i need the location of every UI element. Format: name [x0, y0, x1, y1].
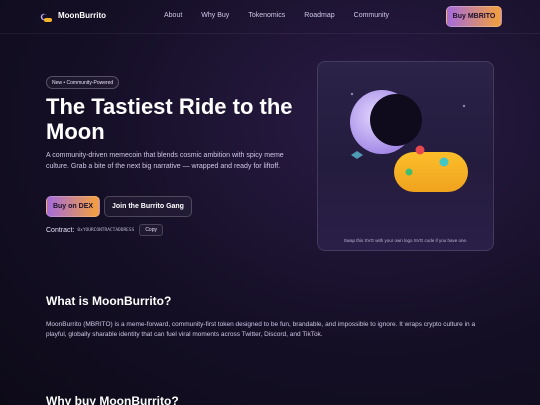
hero-art-card: Swap this SVG with your own logo SVG cod…	[317, 61, 494, 251]
join-gang-button[interactable]: Join the Burrito Gang	[104, 196, 192, 217]
nav-link-tokenomics[interactable]: Tokenomics	[248, 12, 285, 19]
nav-link-why-buy[interactable]: Why Buy	[201, 12, 229, 19]
nav-links: About Why Buy Tokenomics Roadmap Communi…	[164, 12, 408, 19]
diamond-icon	[351, 151, 363, 159]
hero-title: The Tastiest Ride to the Moon	[46, 94, 293, 144]
star-icon	[350, 92, 354, 96]
contract-address: 0xYOURCONTRACTADDRESS	[77, 227, 135, 233]
about-title: What is MoonBurrito?	[46, 294, 172, 308]
nav-link-roadmap[interactable]: Roadmap	[304, 12, 334, 19]
buy-mbrito-button[interactable]: Buy MBRITO	[446, 6, 502, 27]
hero-badge: New • Community-Powered	[46, 76, 120, 89]
top-nav: MoonBurrito About Why Buy Tokenomics Roa…	[0, 0, 540, 34]
star-icon	[462, 104, 466, 108]
nav-link-about[interactable]: About	[164, 12, 182, 19]
moon-shadow-icon	[370, 94, 422, 146]
about-text: MoonBurrito (MBRITO) is a meme-forward, …	[46, 321, 476, 338]
contract-row: Contract: 0xYOURCONTRACTADDRESS Copy	[46, 224, 163, 236]
moon-burrito-illustration	[350, 90, 468, 192]
burrito-logo-icon	[40, 10, 52, 22]
green-dot-icon	[405, 168, 413, 176]
hero-subtitle: A community-driven memecoin that blends …	[46, 152, 284, 170]
contract-label: Contract:	[46, 226, 75, 234]
art-caption: Swap this SVG with your own logo SVG cod…	[343, 238, 468, 243]
red-dot-icon	[415, 145, 425, 155]
nav-link-community[interactable]: Community	[354, 12, 389, 19]
buy-on-dex-button[interactable]: Buy on DEX	[46, 196, 100, 217]
burrito-icon	[394, 152, 468, 192]
brand-name: MoonBurrito	[58, 10, 106, 20]
copy-button[interactable]: Copy	[139, 224, 163, 236]
why-title: Why buy MoonBurrito?	[46, 394, 179, 405]
brand[interactable]: MoonBurrito	[40, 10, 106, 22]
cyan-dot-icon	[439, 157, 449, 167]
